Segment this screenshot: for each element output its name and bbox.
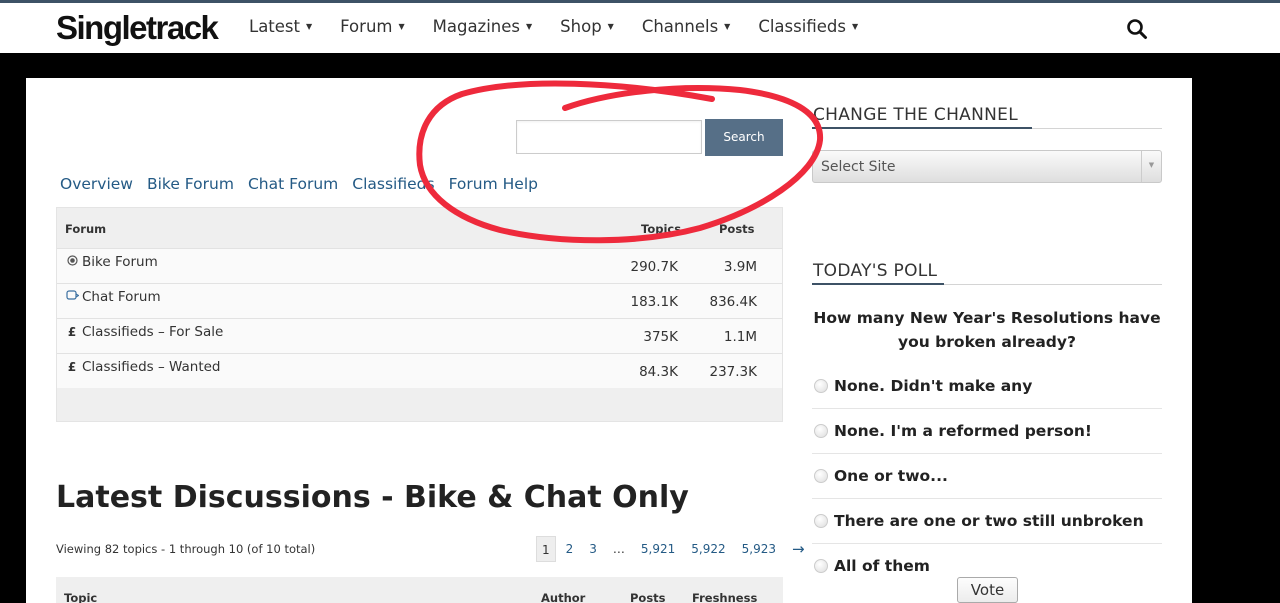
chevron-down-icon: ▼: [398, 22, 405, 31]
forum-tabs: Overview Bike Forum Chat Forum Classifie…: [60, 175, 552, 193]
column-forum: Forum: [65, 222, 107, 236]
posts-count: 1.1M: [723, 329, 757, 345]
table-row: Bike Forum 290.7K 3.9M: [57, 248, 782, 283]
forum-search-button[interactable]: Search: [705, 119, 783, 156]
tab-chat-forum[interactable]: Chat Forum: [248, 175, 338, 193]
topics-count: 290.7K: [630, 259, 678, 275]
forum-link[interactable]: Chat Forum: [82, 289, 161, 305]
table-row: £ Classifieds – Wanted 84.3K 237.3K: [57, 353, 782, 388]
nav-classifieds[interactable]: Classifieds ▼: [758, 17, 858, 36]
tab-classifieds[interactable]: Classifieds: [352, 175, 434, 193]
page-link[interactable]: 2: [560, 536, 580, 562]
site-logo[interactable]: Singletrack: [56, 9, 219, 47]
chevron-down-icon: ▼: [306, 22, 313, 31]
poll-question: How many New Year's Resolutions have you…: [813, 309, 1161, 351]
topics-table-header: Topic Author Posts Freshness: [56, 577, 783, 603]
pound-icon: £: [67, 360, 77, 374]
tab-bike-forum[interactable]: Bike Forum: [147, 175, 234, 193]
column-freshness: Freshness: [692, 591, 758, 603]
column-topic: Topic: [64, 591, 98, 603]
nav-label: Channels: [641, 17, 719, 36]
page-link[interactable]: 5,923: [736, 536, 782, 562]
nav-latest[interactable]: Latest ▼: [249, 17, 312, 36]
poll-option-label: One or two...: [834, 467, 948, 485]
topics-count: 183.1K: [630, 294, 678, 310]
chat-icon: [65, 290, 80, 304]
radio-button[interactable]: [814, 379, 828, 393]
page-link[interactable]: 5,922: [685, 536, 731, 562]
forum-link[interactable]: Classifieds – Wanted: [82, 359, 221, 375]
nav-label: Magazines: [432, 17, 521, 36]
poll-option-label: None. Didn't make any: [834, 377, 1033, 395]
nav-label: Latest: [249, 17, 300, 36]
forum-link[interactable]: Classifieds – For Sale: [82, 324, 223, 340]
poll-option[interactable]: One or two...: [812, 454, 1162, 499]
pagination: 1 2 3 … 5,921 5,922 5,923 →: [536, 536, 815, 562]
top-nav-bar: Singletrack Latest ▼ Forum ▼ Magazines ▼ Sh…: [0, 0, 1280, 53]
nav-shop[interactable]: Shop ▼: [560, 17, 614, 36]
page-current: 1: [536, 536, 556, 562]
column-posts: Posts: [630, 591, 666, 603]
nav-label: Classifieds: [758, 17, 846, 36]
vote-button[interactable]: Vote: [957, 577, 1018, 603]
nav-magazines[interactable]: Magazines ▼: [433, 17, 533, 36]
tab-overview[interactable]: Overview: [60, 175, 133, 193]
poll-option[interactable]: There are one or two still unbroken: [812, 499, 1162, 544]
radio-button[interactable]: [814, 514, 828, 528]
select-value: Select Site: [821, 159, 896, 175]
chevron-down-icon: ▼: [1141, 151, 1161, 182]
latest-discussions-title: Latest Discussions - Bike & Chat Only: [56, 480, 689, 515]
page-link[interactable]: 5,921: [635, 536, 681, 562]
page-ellipsis: …: [612, 542, 625, 556]
nav-channels[interactable]: Channels ▼: [642, 17, 731, 36]
pound-icon: £: [67, 325, 77, 339]
heading-underline: [812, 283, 944, 285]
posts-count: 237.3K: [709, 364, 757, 380]
posts-count: 3.9M: [723, 259, 757, 275]
forum-search-input[interactable]: [516, 120, 702, 154]
poll-option[interactable]: None. Didn't make any: [812, 364, 1162, 409]
tab-forum-help[interactable]: Forum Help: [449, 175, 538, 193]
radio-button[interactable]: [814, 424, 828, 438]
viewing-count: Viewing 82 topics - 1 through 10 (of 10 …: [56, 542, 316, 556]
todays-poll-heading: TODAY'S POLL: [813, 261, 938, 281]
nav-forum[interactable]: Forum ▼: [340, 17, 404, 36]
forum-table-header: Forum Topics Posts: [57, 208, 782, 248]
poll-option-label: All of them: [834, 556, 930, 575]
page-link[interactable]: 3: [583, 536, 603, 562]
chevron-down-icon: ▼: [607, 22, 614, 31]
nav-label: Shop: [560, 17, 602, 36]
forum-link[interactable]: Bike Forum: [82, 254, 158, 270]
table-row: Chat Forum 183.1K 836.4K: [57, 283, 782, 318]
forum-table: Forum Topics Posts Bike Forum 290.7K 3.9…: [56, 207, 783, 422]
main-nav: Latest ▼ Forum ▼ Magazines ▼ Shop ▼ Channels…: [249, 17, 886, 36]
search-icon[interactable]: [1126, 18, 1148, 40]
column-topics: Topics: [641, 222, 682, 236]
posts-count: 836.4K: [709, 294, 757, 310]
chevron-down-icon: ▼: [526, 22, 533, 31]
topics-count: 375K: [643, 329, 678, 345]
chevron-down-icon: ▼: [851, 22, 859, 31]
chevron-down-icon: ▼: [724, 22, 731, 31]
table-row: £ Classifieds – For Sale 375K 1.1M: [57, 318, 782, 353]
heading-underline: [812, 127, 1032, 129]
poll-option-label: None. I'm a reformed person!: [834, 422, 1092, 440]
change-channel-heading: CHANGE THE CHANNEL: [813, 105, 1018, 125]
next-page-arrow-icon[interactable]: →: [786, 536, 811, 562]
poll-option[interactable]: None. I'm a reformed person!: [812, 409, 1162, 454]
radio-button[interactable]: [814, 469, 828, 483]
nav-label: Forum: [340, 17, 393, 36]
topics-count: 84.3K: [639, 364, 678, 380]
bike-icon: [65, 255, 79, 269]
column-author: Author: [541, 591, 586, 603]
poll-option-label: There are one or two still unbroken: [834, 512, 1144, 530]
select-site-dropdown[interactable]: Select Site ▼: [812, 150, 1162, 183]
radio-button[interactable]: [814, 558, 828, 573]
column-posts: Posts: [719, 222, 755, 236]
